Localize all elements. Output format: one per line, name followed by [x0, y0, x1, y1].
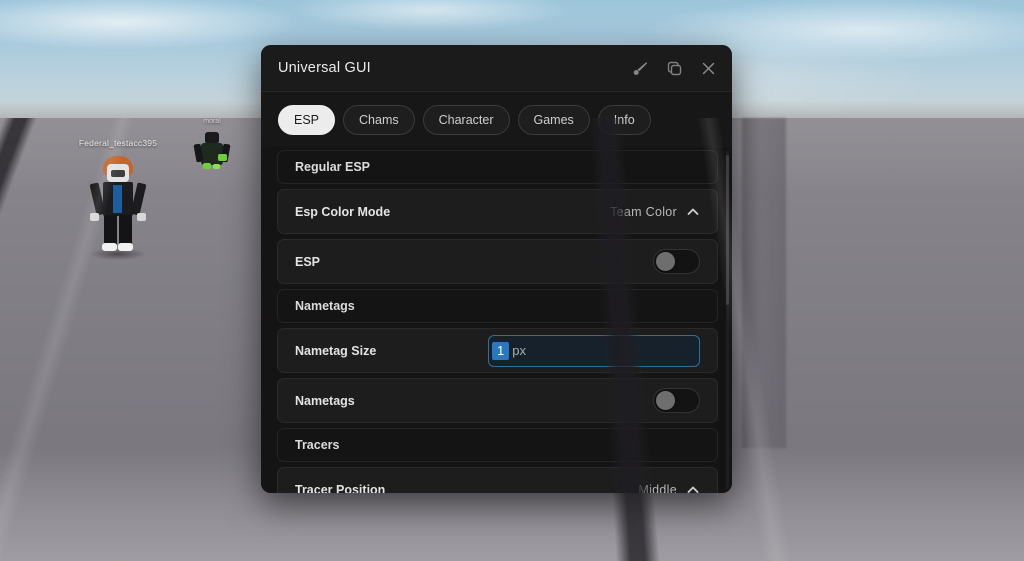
tab-info[interactable]: Info: [597, 104, 651, 135]
section-header-regular-esp: Regular ESP: [277, 150, 718, 184]
player-avatar: Federal_testacc395: [70, 138, 166, 260]
window-titlebar: Universal GUI: [261, 45, 732, 92]
input-unit-text: px: [512, 343, 526, 358]
row-tracer-position[interactable]: Tracer Position Middle: [277, 467, 718, 493]
universal-gui-window: Universal GUI ESP Chams Character Games …: [261, 45, 732, 493]
tab-chams[interactable]: Chams: [343, 104, 415, 135]
chevron-up-icon[interactable]: [686, 205, 700, 219]
input-selected-text: 1: [492, 341, 510, 360]
section-label: Tracers: [295, 438, 340, 452]
nametag-size-input[interactable]: 1 px: [488, 334, 700, 367]
section-label: Regular ESP: [295, 160, 371, 174]
tab-games[interactable]: Games: [517, 104, 590, 135]
scrollbar-thumb[interactable]: [726, 155, 729, 305]
row-label: Nametags: [295, 393, 355, 408]
scene-pillar: [742, 118, 786, 448]
row-esp-toggle[interactable]: ESP: [277, 239, 718, 284]
avatar-rig: [193, 132, 231, 178]
row-nametag-size[interactable]: Nametag Size 1 px: [277, 328, 718, 373]
close-icon[interactable]: [698, 58, 718, 78]
row-label: Esp Color Mode: [295, 204, 391, 219]
row-label: Nametag Size: [295, 343, 377, 358]
settings-panel: Regular ESP Esp Color Mode Team Color ES…: [261, 147, 732, 493]
settings-list: Regular ESP Esp Color Mode Team Color ES…: [277, 147, 718, 493]
brush-icon[interactable]: [630, 58, 650, 78]
player-nametag: moral: [203, 118, 221, 125]
toggle-knob: [656, 252, 675, 271]
settings-scrollbar[interactable]: [726, 151, 729, 489]
avatar-rig: [88, 156, 148, 256]
player-nametag: Federal_testacc395: [78, 138, 158, 148]
player-avatar: moral: [190, 118, 234, 178]
tab-esp[interactable]: ESP: [278, 104, 336, 135]
row-nametags-toggle[interactable]: Nametags: [277, 378, 718, 423]
dropdown-value: Middle: [638, 482, 677, 494]
row-label: Tracer Position: [295, 482, 386, 494]
dropdown-value: Team Color: [610, 204, 677, 219]
esp-toggle-switch[interactable]: [653, 249, 700, 274]
game-screen: Federal_testacc395 moral Universal GUI E…: [0, 0, 1024, 561]
section-header-tracers: Tracers: [277, 428, 718, 462]
section-header-nametags: Nametags: [277, 289, 718, 323]
toggle-knob: [656, 391, 675, 410]
chevron-up-icon[interactable]: [686, 483, 700, 494]
section-label: Nametags: [295, 299, 355, 313]
tab-bar: ESP Chams Character Games Info: [261, 92, 732, 147]
row-esp-color-mode[interactable]: Esp Color Mode Team Color: [277, 189, 718, 234]
dropdown-control[interactable]: Team Color: [610, 205, 700, 219]
titlebar-actions: [630, 58, 718, 78]
nametags-toggle-switch[interactable]: [653, 388, 700, 413]
row-label: ESP: [295, 254, 321, 269]
window-title: Universal GUI: [278, 60, 371, 76]
copy-icon[interactable]: [664, 58, 684, 78]
tab-character[interactable]: Character: [422, 104, 510, 135]
dropdown-control[interactable]: Middle: [638, 482, 700, 494]
